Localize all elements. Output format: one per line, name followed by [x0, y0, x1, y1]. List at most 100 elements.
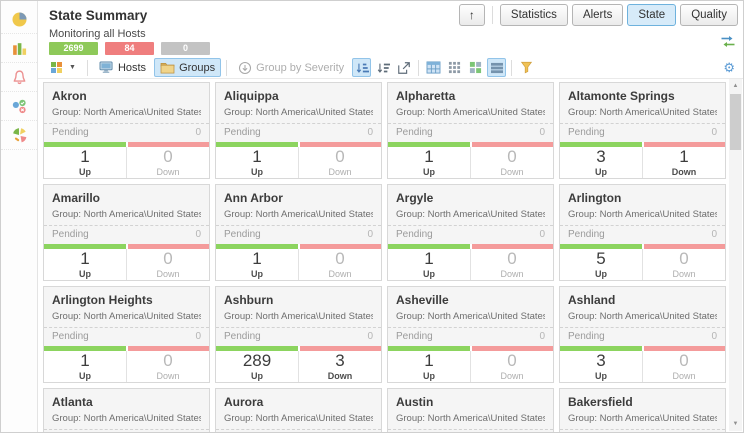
scrollbar-down-arrow[interactable]: ▼ [729, 417, 742, 431]
down-count: 0 [679, 248, 689, 268]
list-view-button[interactable] [487, 58, 507, 77]
scroll-top-button[interactable]: ↑ [458, 4, 485, 26]
group-card[interactable]: Ashburn Group: North America\United State… [215, 286, 382, 383]
tab-state[interactable]: State [627, 4, 677, 26]
down-label: Down [156, 269, 180, 280]
card-header: Arlington Group: North America\United Sta… [560, 185, 725, 225]
pending-label: Pending [568, 331, 605, 342]
down-cell: 0 Down [642, 351, 725, 382]
card-group-path: Group: North America\United States [52, 413, 201, 424]
pending-row: Pending 0 [388, 327, 553, 346]
scrollbar-thumb[interactable] [730, 94, 741, 150]
pending-value: 0 [195, 331, 201, 342]
card-header: Ann Arbor Group: North America\United Sta… [216, 185, 381, 225]
sort-descending-button[interactable] [373, 58, 392, 77]
pending-label: Pending [568, 127, 605, 138]
sidebar-item-bar-chart[interactable] [1, 34, 37, 63]
down-label: Down [327, 371, 353, 382]
group-card[interactable]: Amarillo Group: North America\United Stat… [43, 184, 210, 281]
down-count: 0 [507, 350, 517, 370]
group-card[interactable]: Aliquippa Group: North America\United Sta… [215, 82, 382, 179]
down-cell: 0 Down [642, 249, 725, 280]
card-group-path: Group: North America\United States [396, 413, 545, 424]
stats-row: 1 Up 0 Down [388, 351, 553, 382]
pending-row: Pending 0 [388, 123, 553, 142]
group-by-severity-button[interactable]: Group by Severity [232, 58, 350, 77]
sidebar-item-severity-gauge[interactable] [1, 121, 37, 150]
card-title: Ashland [568, 293, 616, 307]
group-card[interactable]: Ashland Group: North America\United State… [559, 286, 726, 383]
down-cell: 0 Down [470, 147, 553, 178]
pending-label: Pending [52, 331, 89, 342]
pending-value: 0 [711, 229, 717, 240]
group-card[interactable]: Alpharetta Group: North America\United St… [387, 82, 554, 179]
group-card[interactable]: Atlanta Group: North America\United State… [43, 388, 210, 432]
stats-row: 1 Up 0 Down [44, 249, 209, 280]
down-label: Down [500, 269, 524, 280]
group-card[interactable]: Bakersfield Group: North America\United S… [559, 388, 726, 432]
pending-value: 0 [195, 229, 201, 240]
sidebar-item-alerts[interactable] [1, 63, 37, 92]
up-count: 3 [596, 146, 606, 166]
card-title: Argyle [396, 191, 434, 205]
group-card[interactable]: Austin Group: North America\United States… [387, 388, 554, 432]
pending-label: Pending [224, 229, 261, 240]
up-count: 1 [424, 350, 434, 370]
up-label: Up [251, 269, 263, 280]
group-card[interactable]: Ann Arbor Group: North America\United Sta… [215, 184, 382, 281]
group-card[interactable]: Argyle Group: North America\United States… [387, 184, 554, 281]
sidebar [1, 1, 38, 432]
down-count: 0 [507, 248, 517, 268]
tab-quality[interactable]: Quality [680, 4, 738, 26]
card-title: Aurora [224, 395, 264, 409]
grid-view-button[interactable] [445, 58, 464, 77]
card-group-path: Group: North America\United States [396, 311, 545, 322]
down-count: 0 [335, 248, 345, 268]
groups-button-label: Groups [179, 61, 216, 74]
pending-value: 0 [711, 127, 717, 138]
hosts-button[interactable]: Hosts [93, 58, 152, 77]
down-count: 0 [163, 248, 173, 268]
table-view-button[interactable] [424, 58, 443, 77]
tile-view-button[interactable] [466, 58, 485, 77]
view-selector-icon [51, 62, 62, 73]
group-card[interactable]: Asheville Group: North America\United Sta… [387, 286, 554, 383]
down-label: Down [328, 167, 352, 178]
pending-label: Pending [396, 331, 433, 342]
group-card[interactable]: Arlington Heights Group: North America\Un… [43, 286, 210, 383]
settings-gear-icon[interactable]: ⚙ [723, 61, 735, 74]
card-group-path: Group: North America\United States [224, 107, 373, 118]
group-card[interactable]: Akron Group: North America\United States P… [43, 82, 210, 179]
tab-alerts[interactable]: Alerts [571, 4, 624, 26]
group-card[interactable]: Arlington Group: North America\United Sta… [559, 184, 726, 281]
vertical-scrollbar[interactable]: ▲ ▼ [729, 79, 742, 431]
card-title: Asheville [396, 293, 449, 307]
card-header: Arlington Heights Group: North America\Un… [44, 287, 209, 327]
card-title: Akron [52, 89, 87, 103]
down-cell: 0 Down [470, 249, 553, 280]
card-group-path: Group: North America\United States [52, 107, 201, 118]
pop-out-button[interactable] [394, 58, 413, 77]
group-card[interactable]: Aurora Group: North America\United States… [215, 388, 382, 432]
groups-button[interactable]: Groups [154, 58, 222, 77]
sort-ascending-button[interactable] [352, 58, 372, 77]
card-group-path: Group: North America\United States [224, 311, 373, 322]
down-label: Down [500, 167, 524, 178]
filter-button[interactable] [517, 58, 536, 77]
up-count: 1 [424, 146, 434, 166]
up-cell: 1 Up [216, 147, 298, 178]
topbar: State Summary ↑ Statistics Alerts State Qua… [38, 1, 743, 28]
group-card[interactable]: Altamonte Springs Group: North America\Un… [559, 82, 726, 179]
scrollbar-up-arrow[interactable]: ▲ [729, 79, 742, 93]
sidebar-item-pie-chart[interactable] [1, 5, 37, 34]
swap-columns-icon[interactable] [720, 35, 736, 53]
down-label: Down [328, 269, 352, 280]
group-by-severity-label: Group by Severity [256, 61, 345, 74]
tab-statistics[interactable]: Statistics [499, 4, 568, 26]
down-label: Down [672, 269, 696, 280]
up-label: Up [251, 371, 263, 382]
card-group-path: Group: North America\United States [568, 413, 717, 424]
view-selector-dropdown[interactable]: ▼ [44, 58, 82, 77]
sidebar-item-status[interactable] [1, 92, 37, 121]
up-count: 1 [252, 146, 262, 166]
